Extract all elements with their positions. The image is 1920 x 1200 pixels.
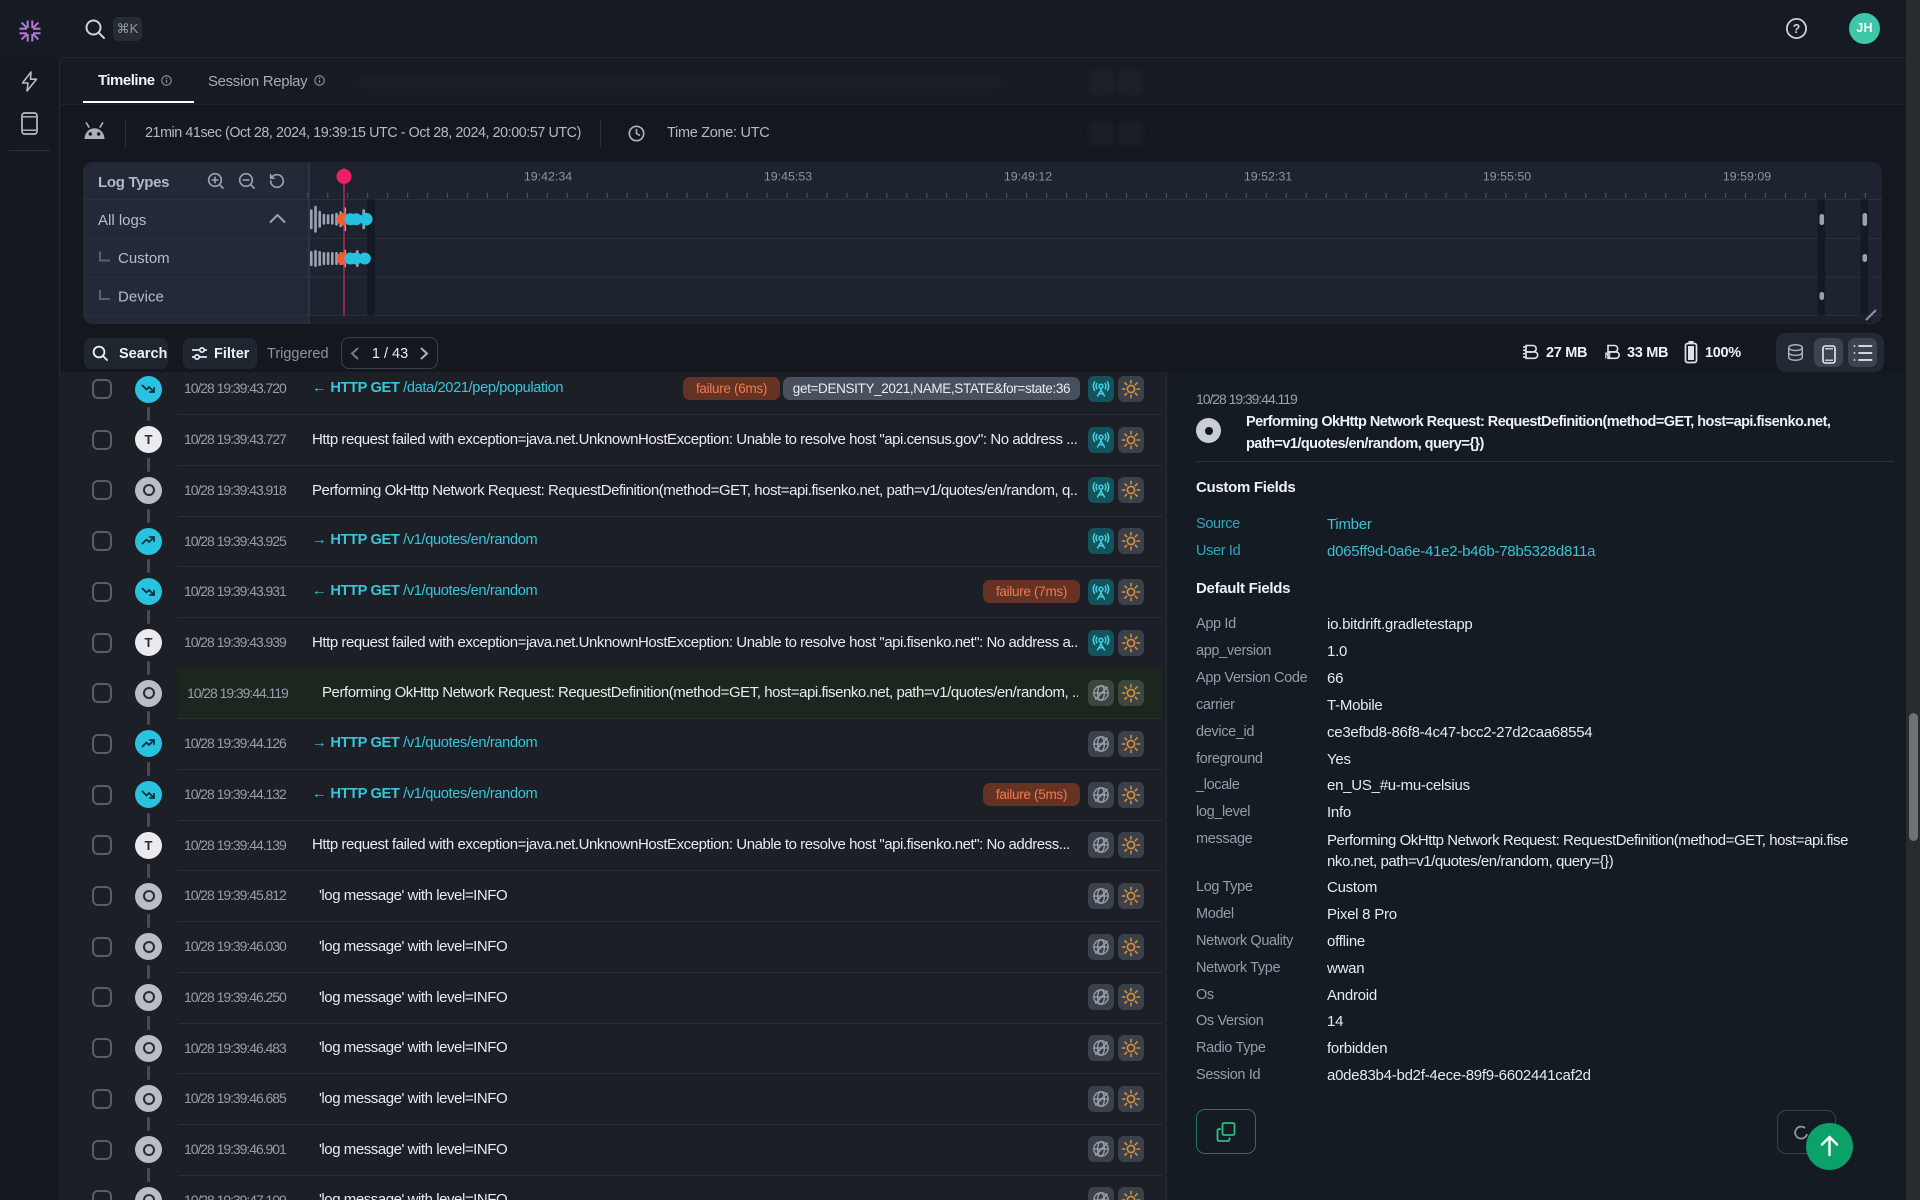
svg-text:19:59:09: 19:59:09: [1723, 170, 1771, 184]
svg-text:Custom: Custom: [118, 250, 170, 267]
svg-text:Device: Device: [118, 289, 164, 306]
svg-text:19:45:53: 19:45:53: [764, 170, 812, 184]
svg-text:N: N: [1605, 351, 1611, 361]
svg-text:19:52:31: 19:52:31: [1244, 170, 1292, 184]
svg-text:19:49:12: 19:49:12: [1004, 170, 1052, 184]
svg-text:Log Types: Log Types: [98, 174, 169, 191]
svg-text:19:55:50: 19:55:50: [1483, 170, 1531, 184]
svg-text:19:42:34: 19:42:34: [524, 170, 572, 184]
svg-text:All logs: All logs: [98, 212, 146, 229]
